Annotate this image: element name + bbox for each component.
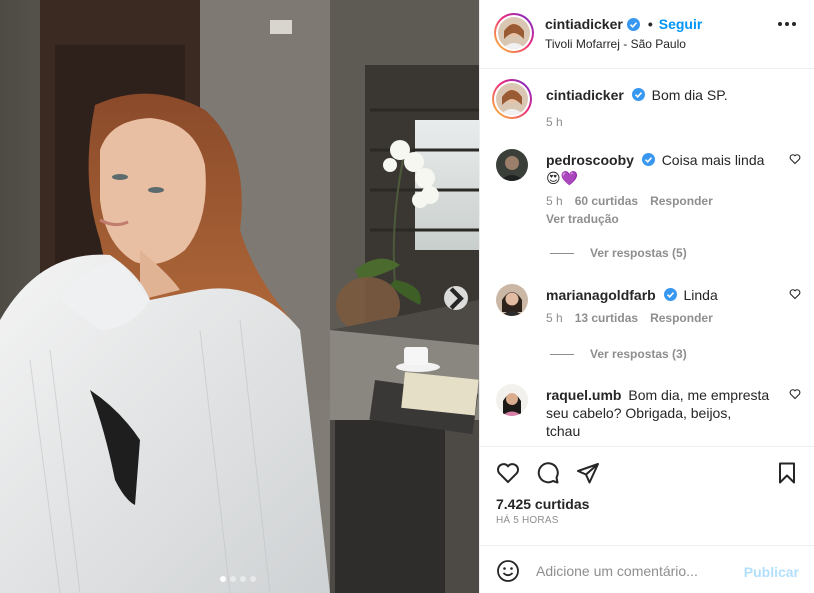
comment-item: marianagoldfarb Linda 5 h 13 curtidas Re… <box>496 284 801 325</box>
view-replies-label: Ver respostas (3) <box>590 347 687 361</box>
comment-username[interactable]: marianagoldfarb <box>546 287 656 303</box>
caption-avatar-image <box>496 83 528 115</box>
carousel-dot <box>240 576 246 582</box>
author-avatar-image <box>498 17 530 49</box>
heart-icon[interactable] <box>496 461 520 485</box>
post-timestamp[interactable]: HÁ 5 HORAS <box>496 515 559 526</box>
share-icon[interactable] <box>576 461 600 485</box>
chevron-right-icon <box>449 286 464 310</box>
carousel-dot <box>230 576 236 582</box>
comment-emoji: 😍💜 <box>546 171 579 187</box>
carousel-dot <box>220 576 226 582</box>
commenter-avatar[interactable] <box>496 149 528 181</box>
bookmark-icon[interactable] <box>775 461 799 485</box>
verified-badge-icon <box>663 288 677 301</box>
post-actions: 7.425 curtidas HÁ 5 HORAS <box>480 446 814 545</box>
caption-text: Bom dia SP. <box>651 87 728 103</box>
comment-input[interactable] <box>536 558 736 584</box>
caption-time[interactable]: 5 h <box>546 115 563 129</box>
view-replies-button[interactable]: Ver respostas (3) <box>550 347 687 361</box>
emoji-icon[interactable] <box>496 559 520 583</box>
comment-text-line-2: seu cabelo? Obrigada, beijos, <box>546 405 732 421</box>
comment-like-heart-icon[interactable] <box>789 288 801 300</box>
commenter-avatar-image <box>496 149 528 181</box>
commenter-avatar[interactable] <box>496 284 528 316</box>
comment-username[interactable]: pedroscooby <box>546 152 634 168</box>
comment-username[interactable]: raquel.umb <box>546 387 621 403</box>
post-side-panel: cintiadicker • Seguir Tivoli Mofarrej - … <box>479 0 814 593</box>
view-replies-button[interactable]: Ver respostas (5) <box>550 246 687 260</box>
caption-username[interactable]: cintiadicker <box>546 87 624 103</box>
commenter-avatar[interactable] <box>496 384 528 416</box>
reply-button[interactable]: Responder <box>650 194 713 208</box>
carousel-next-button[interactable] <box>444 286 468 310</box>
post-location[interactable]: Tivoli Mofarrej - São Paulo <box>545 37 686 51</box>
post-image <box>0 0 479 593</box>
commenter-avatar-image <box>496 384 528 416</box>
caption-avatar[interactable] <box>492 79 532 119</box>
comment-likes[interactable]: 60 curtidas <box>575 194 638 208</box>
commenter-avatar-image <box>496 284 528 316</box>
verified-badge-icon <box>641 153 655 166</box>
post-caption: cintiadicker Bom dia SP. 5 h <box>492 79 801 129</box>
comment-time[interactable]: 5 h <box>546 311 563 325</box>
comment-icon[interactable] <box>536 461 560 485</box>
carousel-dot <box>250 576 256 582</box>
post-photo[interactable] <box>0 0 479 593</box>
replies-line <box>550 353 574 355</box>
comment-like-heart-icon[interactable] <box>789 153 801 165</box>
separator-dot: • <box>647 16 653 32</box>
comment-item: pedroscooby Coisa mais linda 😍💜 5 h 60 c… <box>496 149 801 226</box>
verified-badge-icon <box>626 17 640 31</box>
comment-text: Linda <box>683 287 718 303</box>
publish-button[interactable]: Publicar <box>744 564 799 580</box>
post-header: cintiadicker • Seguir Tivoli Mofarrej - … <box>480 0 814 69</box>
author-avatar[interactable] <box>494 13 534 53</box>
verified-badge-icon <box>631 88 645 101</box>
comment-composer: Publicar <box>480 545 814 593</box>
comment-item: raquel.umb Bom dia, me empresta seu cabe… <box>496 384 801 440</box>
reply-button[interactable]: Responder <box>650 311 713 325</box>
comment-like-heart-icon[interactable] <box>789 388 801 400</box>
replies-line <box>550 252 574 254</box>
comment-time[interactable]: 5 h <box>546 194 563 208</box>
comment-text: Coisa mais linda <box>661 152 765 168</box>
comment-likes[interactable]: 13 curtidas <box>575 311 638 325</box>
comment-text-line-1: Bom dia, me empresta <box>628 387 770 403</box>
comment-text-line-3: tchau <box>546 423 581 439</box>
view-replies-label: Ver respostas (5) <box>590 246 687 260</box>
carousel-indicator <box>220 576 256 582</box>
author-username[interactable]: cintiadicker <box>545 16 623 32</box>
more-options-icon[interactable] <box>778 22 796 26</box>
likes-count[interactable]: 7.425 curtidas <box>496 496 589 512</box>
follow-button[interactable]: Seguir <box>659 16 703 32</box>
translate-button[interactable]: Ver tradução <box>546 212 801 226</box>
comments-list: cintiadicker Bom dia SP. 5 h pedroscooby <box>480 70 814 446</box>
